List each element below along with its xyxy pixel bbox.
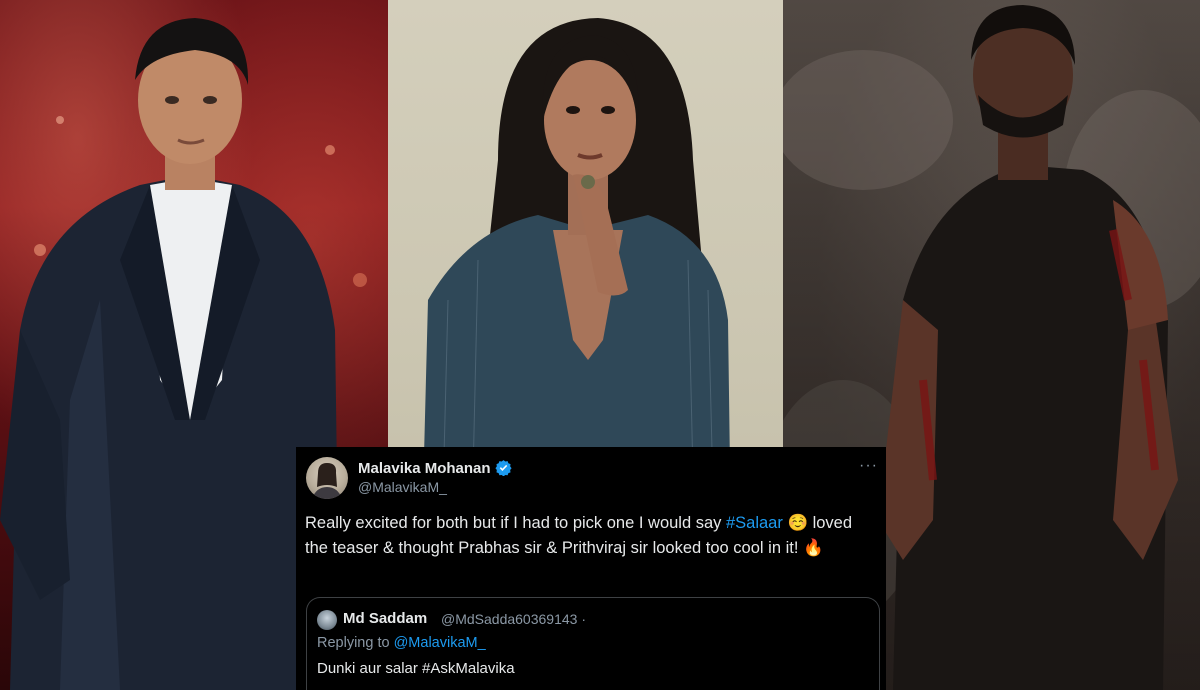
tweet-card[interactable]: Malavika Mohanan @MalavikaM_ ··· Really … xyxy=(296,447,886,690)
tweet-text-part1: Really excited for both but if I had to … xyxy=(305,514,726,532)
quoted-tweet[interactable]: Md Saddam @MdSadda60369143 · Replying to… xyxy=(306,597,880,690)
more-options-icon[interactable]: ··· xyxy=(859,457,878,475)
replying-to-prefix: Replying to xyxy=(317,635,394,651)
verified-badge-icon xyxy=(494,459,512,480)
author-avatar[interactable] xyxy=(306,457,348,499)
author-avatar-image xyxy=(312,463,342,499)
hashtag-link[interactable]: #Salaar xyxy=(726,514,783,532)
quoted-tweet-text: Dunki aur salar #AskMalavika xyxy=(317,660,515,677)
author-handle[interactable]: @MalavikaM_ xyxy=(358,479,447,495)
replying-to-line: Replying to @MalavikaM_ xyxy=(317,635,486,651)
quoted-author-name[interactable]: Md Saddam xyxy=(343,610,427,627)
fire-emoji-icon: 🔥 xyxy=(803,539,824,557)
author-name-row[interactable]: Malavika Mohanan xyxy=(358,459,512,480)
smiling-emoji-icon: ☺️ xyxy=(787,514,808,532)
quoted-author-handle[interactable]: @MdSadda60369143 · xyxy=(441,611,586,627)
quoted-author-avatar[interactable] xyxy=(317,610,337,630)
replying-to-handle[interactable]: @MalavikaM_ xyxy=(394,635,486,651)
author-name[interactable]: Malavika Mohanan xyxy=(358,460,491,477)
tweet-text: Really excited for both but if I had to … xyxy=(305,511,875,561)
